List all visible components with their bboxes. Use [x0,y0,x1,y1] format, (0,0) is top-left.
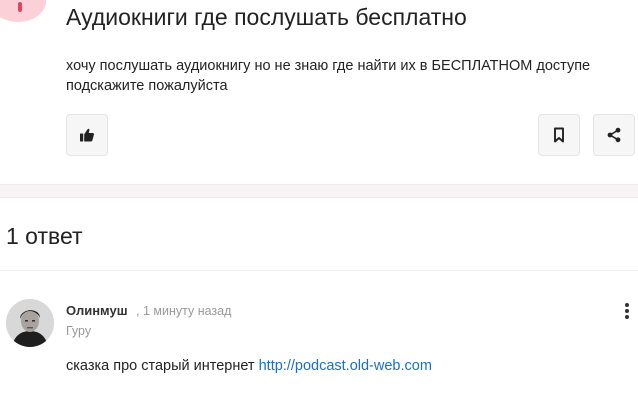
bookmark-button[interactable] [538,114,580,156]
kebab-dot [625,309,629,313]
more-options-button[interactable] [620,302,634,320]
thumbs-up-icon [80,128,94,142]
answers-count: 1 ответ [6,223,83,249]
question-title: Аудиокниги где послушать бесплатно [66,4,467,30]
share-button[interactable] [593,114,635,156]
share-icon [607,127,621,143]
user-photo [6,299,54,347]
kebab-dot [625,303,629,307]
question-text: хочу послушать аудиокнигу но не знаю где… [66,58,591,94]
answer-text: сказка про старый интернет http://podcas… [66,358,432,374]
answer-timestamp: , 1 минуту назад [136,304,232,318]
like-button[interactable] [66,114,108,156]
author-rank: Гуру [66,324,92,338]
divider [0,270,638,271]
answer-link[interactable]: http://podcast.old-web.com [259,358,432,374]
section-separator [0,184,638,198]
avatar-mark [18,2,22,12]
question-page: Аудиокниги где послушать бесплатно хочу … [0,0,638,400]
answer-author-name[interactable]: Олинмуш [66,303,128,318]
question-author-avatar[interactable] [0,0,46,22]
bookmark-icon [554,127,564,143]
avatar[interactable] [6,299,54,347]
kebab-dot [625,315,629,319]
answer-body: сказка про старый интернет [66,358,259,374]
